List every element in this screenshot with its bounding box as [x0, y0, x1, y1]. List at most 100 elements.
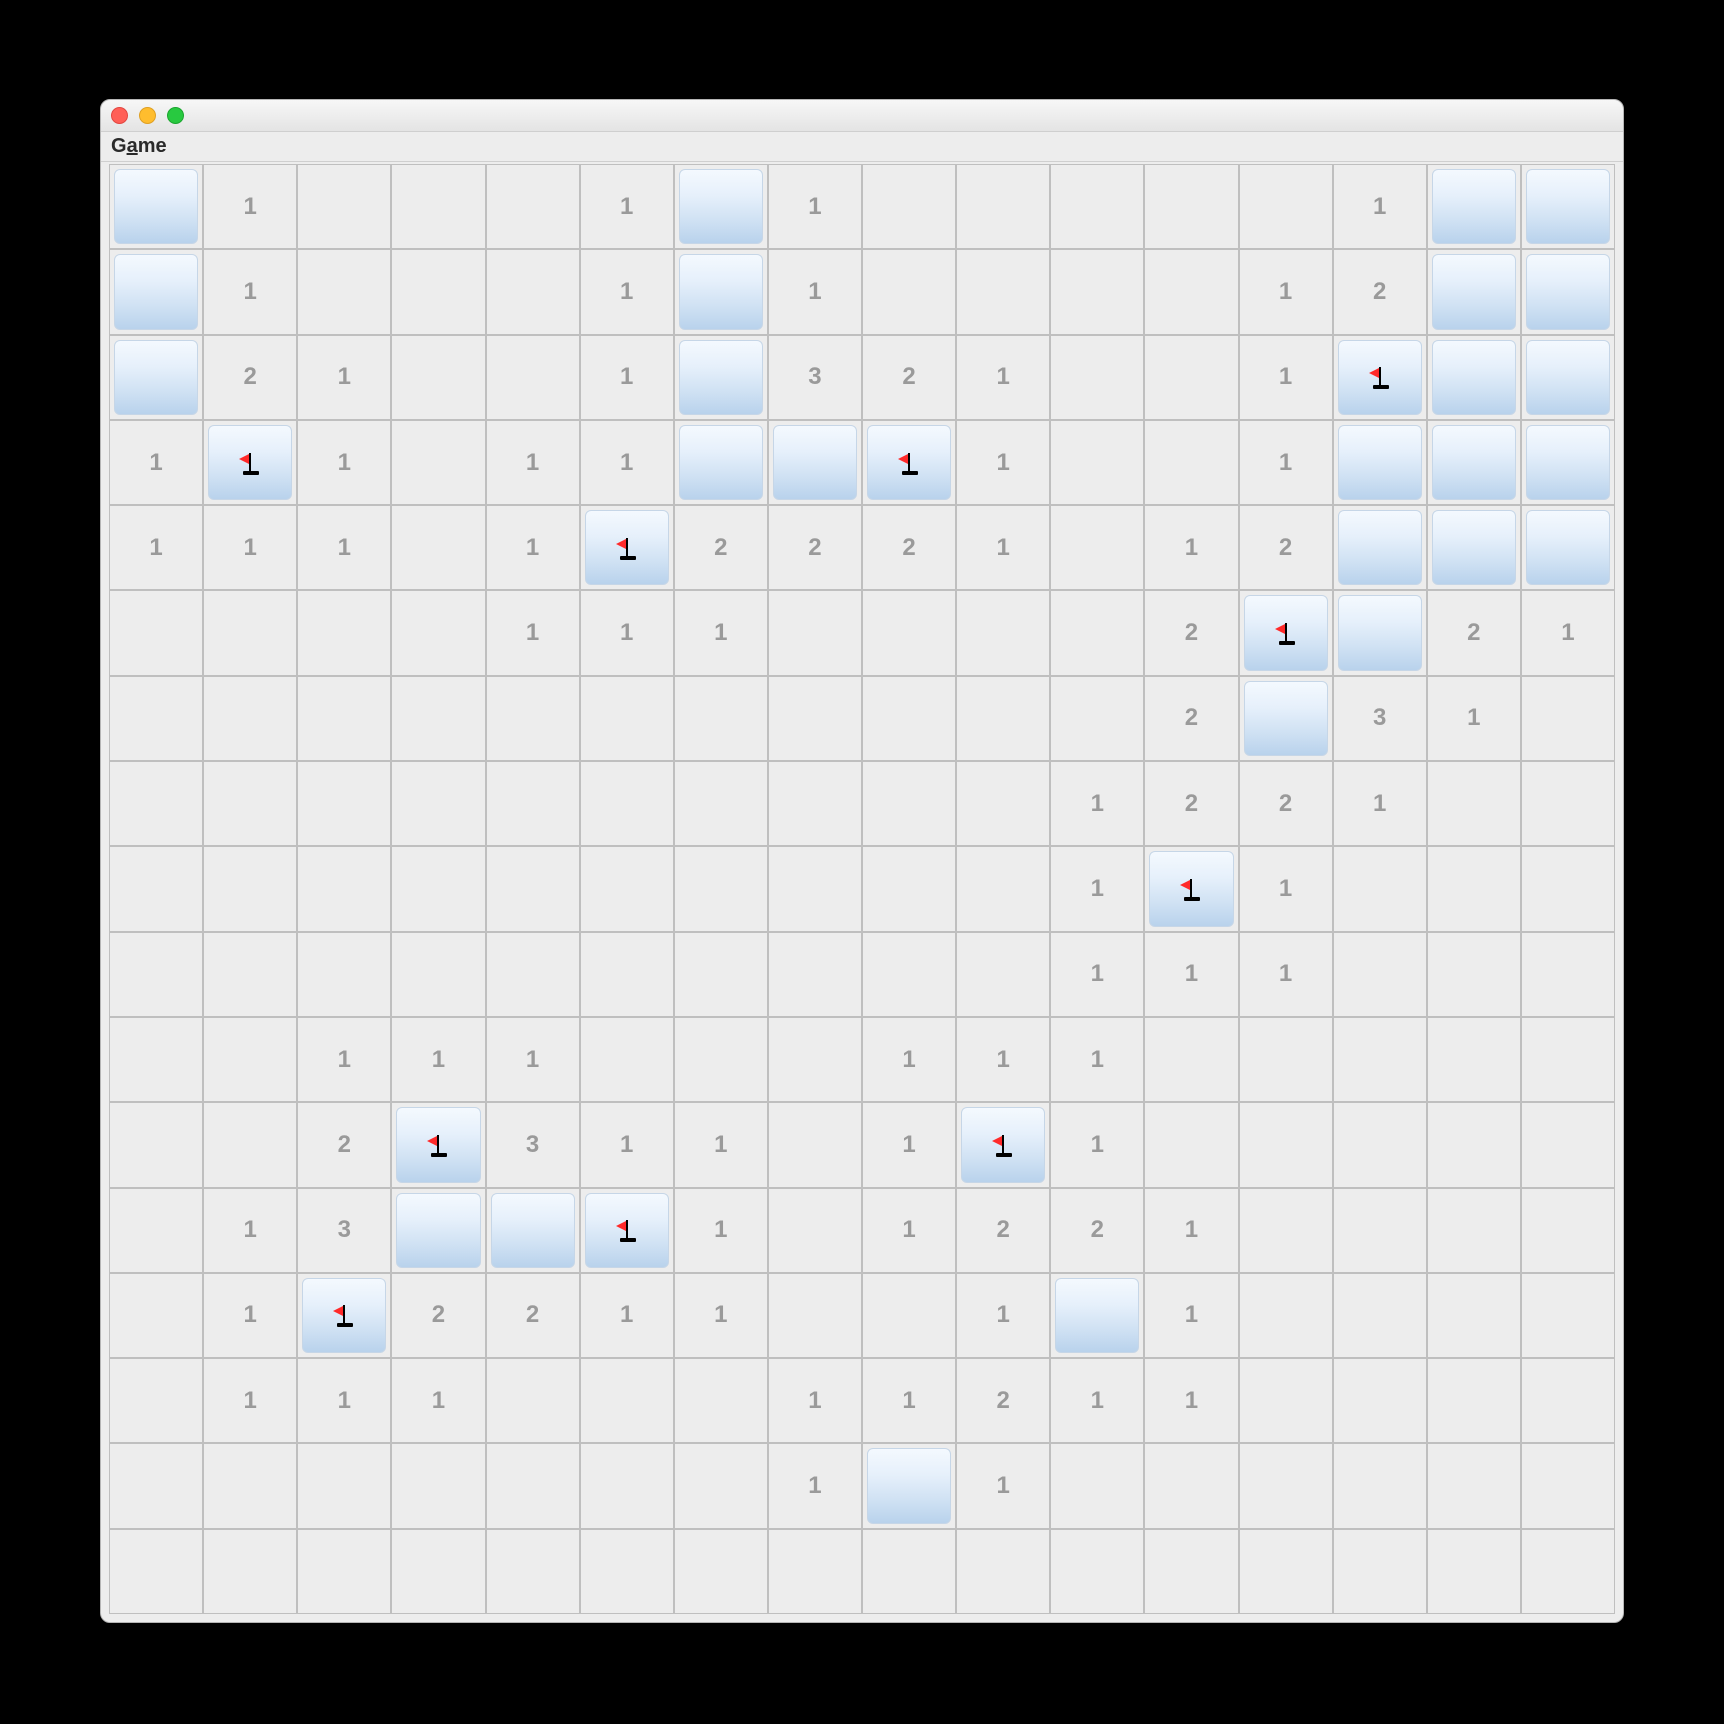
cell	[109, 1529, 203, 1614]
cell-covered[interactable]	[1432, 169, 1516, 244]
cell[interactable]	[391, 1102, 485, 1187]
cell-covered[interactable]	[679, 425, 763, 500]
cell[interactable]	[862, 420, 956, 505]
cell[interactable]	[862, 1443, 956, 1528]
cell[interactable]	[768, 420, 862, 505]
cell-covered[interactable]	[491, 1193, 575, 1268]
cell[interactable]	[1427, 505, 1521, 590]
cell	[1239, 1188, 1333, 1273]
cell[interactable]	[1144, 846, 1238, 931]
cell: 2	[203, 335, 297, 420]
cell-covered[interactable]	[114, 254, 198, 329]
cell[interactable]	[580, 1188, 674, 1273]
cell-number: 1	[244, 534, 257, 562]
cell[interactable]	[1239, 590, 1333, 675]
cell[interactable]	[109, 164, 203, 249]
cell-covered[interactable]	[867, 1448, 951, 1523]
cell[interactable]	[1333, 505, 1427, 590]
cell[interactable]	[674, 249, 768, 334]
cell[interactable]	[1333, 590, 1427, 675]
close-icon[interactable]	[111, 107, 128, 124]
cell[interactable]	[1521, 505, 1615, 590]
cell-covered[interactable]	[1432, 425, 1516, 500]
cell[interactable]	[674, 335, 768, 420]
cell-covered[interactable]	[679, 340, 763, 415]
cell-flagged[interactable]	[585, 510, 669, 585]
cell-covered[interactable]	[114, 169, 198, 244]
cell-flagged[interactable]	[867, 425, 951, 500]
cell-covered[interactable]	[1244, 681, 1328, 756]
cell[interactable]	[1521, 249, 1615, 334]
cell: 2	[674, 505, 768, 590]
cell[interactable]	[1050, 1273, 1144, 1358]
cell	[109, 1017, 203, 1102]
cell[interactable]	[203, 420, 297, 505]
cell[interactable]	[391, 1188, 485, 1273]
cell-covered[interactable]	[1432, 254, 1516, 329]
cell[interactable]	[1521, 164, 1615, 249]
cell-covered[interactable]	[1055, 1278, 1139, 1353]
cell-covered[interactable]	[1432, 510, 1516, 585]
cell: 1	[1521, 590, 1615, 675]
cell-flagged[interactable]	[961, 1107, 1045, 1182]
cell[interactable]	[956, 1102, 1050, 1187]
cell: 1	[203, 164, 297, 249]
cell: 2	[486, 1273, 580, 1358]
cell-number: 2	[1279, 790, 1292, 818]
cell[interactable]	[1521, 420, 1615, 505]
cell[interactable]	[580, 505, 674, 590]
zoom-icon[interactable]	[167, 107, 184, 124]
cell[interactable]	[1239, 676, 1333, 761]
cell-flagged[interactable]	[208, 425, 292, 500]
cell[interactable]	[486, 1188, 580, 1273]
cell-number: 1	[338, 534, 351, 562]
cell	[391, 164, 485, 249]
cell-covered[interactable]	[396, 1193, 480, 1268]
cell[interactable]	[1427, 335, 1521, 420]
cell[interactable]	[1427, 164, 1521, 249]
cell-number: 1	[1185, 1387, 1198, 1415]
cell-covered[interactable]	[1432, 340, 1516, 415]
cell-covered[interactable]	[1338, 595, 1422, 670]
cell[interactable]	[674, 164, 768, 249]
cell[interactable]	[1427, 249, 1521, 334]
cell[interactable]	[1333, 335, 1427, 420]
menu-game[interactable]: Game	[111, 135, 167, 158]
cell-covered[interactable]	[1526, 340, 1610, 415]
cell-flagged[interactable]	[396, 1107, 480, 1182]
cell: 1	[862, 1102, 956, 1187]
cell: 3	[768, 335, 862, 420]
cell[interactable]	[1521, 335, 1615, 420]
cell-flagged[interactable]	[1149, 851, 1233, 926]
cell: 1	[956, 1443, 1050, 1528]
cell-covered[interactable]	[114, 340, 198, 415]
cell-covered[interactable]	[679, 169, 763, 244]
cell-covered[interactable]	[679, 254, 763, 329]
minimize-icon[interactable]	[139, 107, 156, 124]
cell-covered[interactable]	[1526, 254, 1610, 329]
cell-flagged[interactable]	[1338, 340, 1422, 415]
cell-covered[interactable]	[1526, 425, 1610, 500]
cell-flagged[interactable]	[585, 1193, 669, 1268]
cell[interactable]	[1333, 420, 1427, 505]
cell-covered[interactable]	[1526, 510, 1610, 585]
cell[interactable]	[109, 249, 203, 334]
cell	[1239, 1273, 1333, 1358]
cell-covered[interactable]	[1338, 425, 1422, 500]
cell	[203, 846, 297, 931]
cell-flagged[interactable]	[1244, 595, 1328, 670]
flag-icon	[1369, 365, 1391, 389]
cell-covered[interactable]	[1526, 169, 1610, 244]
cell-number: 1	[1279, 449, 1292, 477]
titlebar	[101, 100, 1623, 132]
cell-covered[interactable]	[1338, 510, 1422, 585]
cell[interactable]	[674, 420, 768, 505]
cell[interactable]	[109, 335, 203, 420]
cell-number: 1	[1279, 278, 1292, 306]
cell-flagged[interactable]	[302, 1278, 386, 1353]
cell	[768, 1017, 862, 1102]
cell[interactable]	[1427, 420, 1521, 505]
cell-covered[interactable]	[773, 425, 857, 500]
cell[interactable]	[297, 1273, 391, 1358]
cell: 1	[1050, 761, 1144, 846]
